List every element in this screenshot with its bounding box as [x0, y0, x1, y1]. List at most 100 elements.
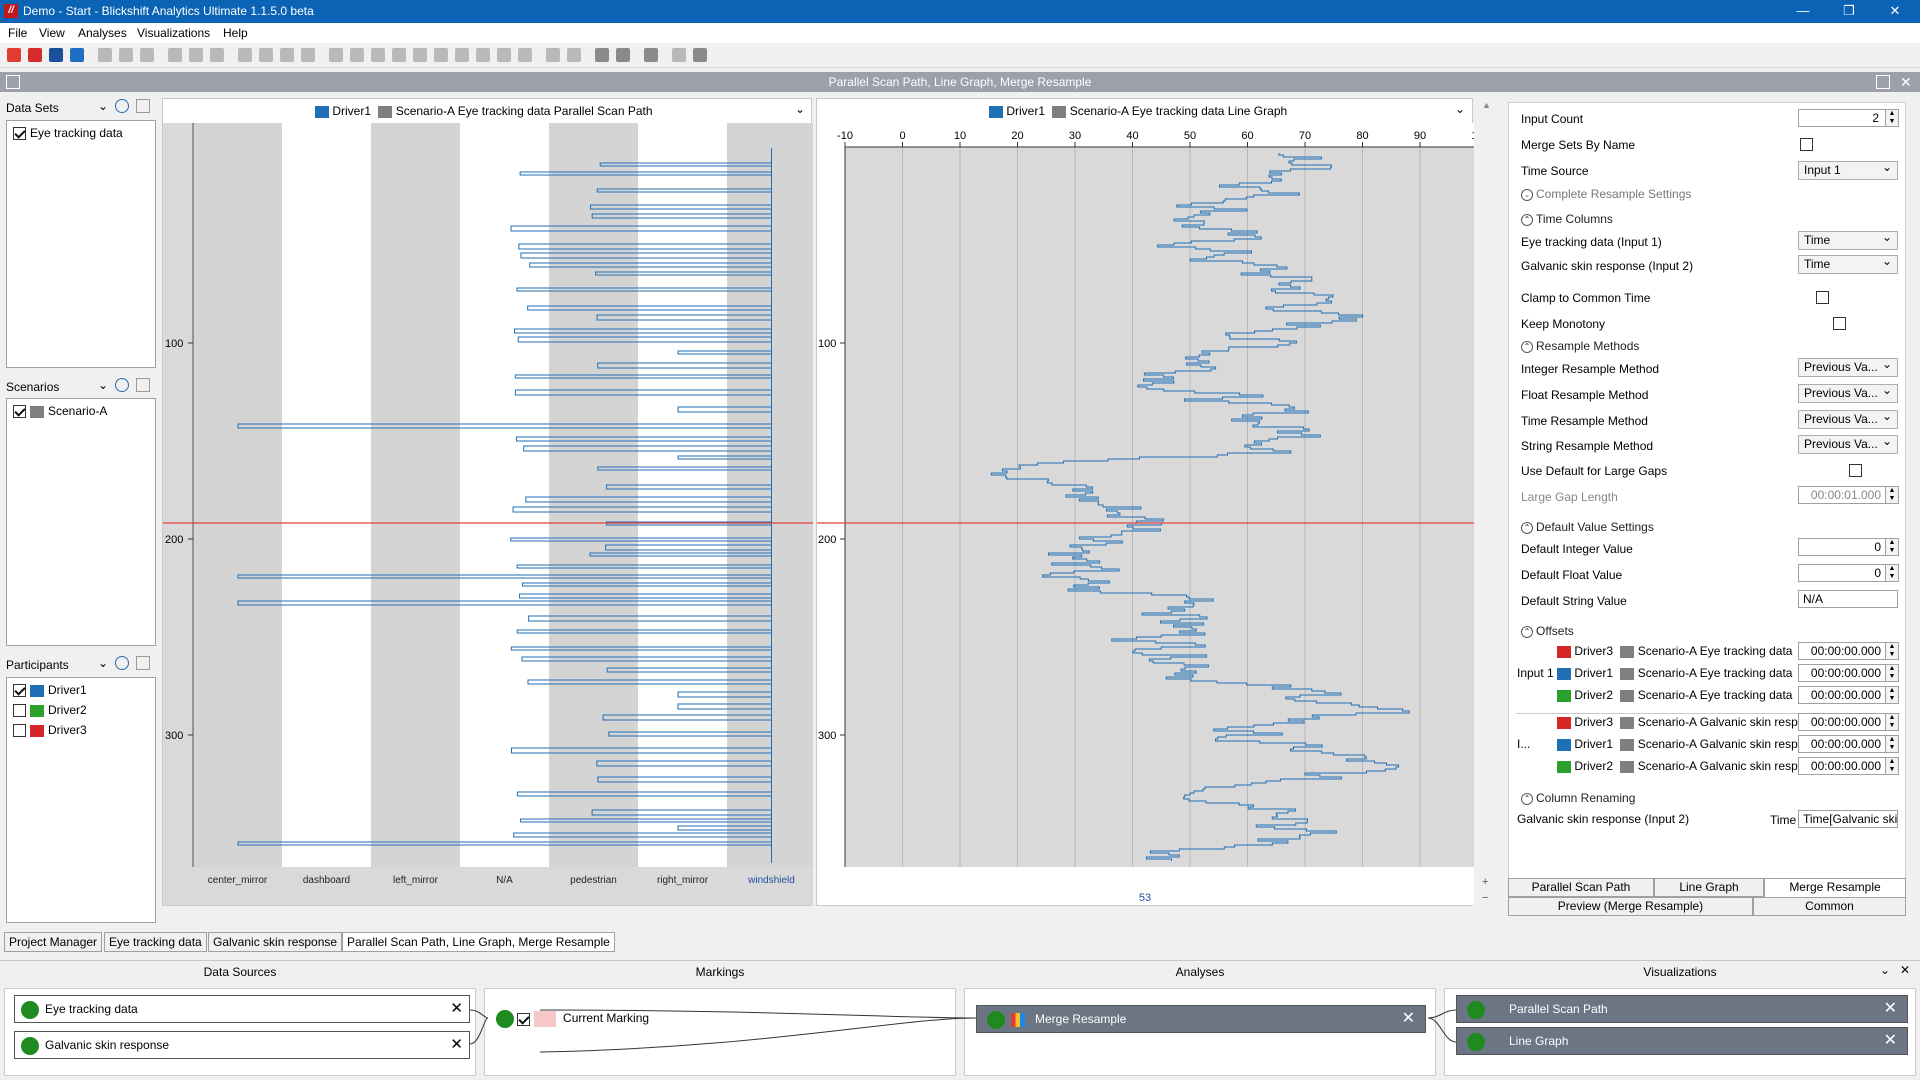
participants-chevron-icon[interactable]: ⌄: [98, 656, 108, 670]
complete-resample-section[interactable]: ⌄ Complete Resample Settings: [1521, 187, 1691, 201]
input-count-field[interactable]: 2: [1798, 109, 1886, 127]
import-icon[interactable]: [49, 48, 63, 62]
panel-menu-icon[interactable]: [6, 75, 20, 89]
pane-chevron-icon[interactable]: ⌄: [1880, 963, 1890, 977]
view-icon-1[interactable]: [595, 48, 609, 62]
expand-icon[interactable]: ⌄: [1521, 188, 1533, 201]
restore-button[interactable]: ❐: [1826, 0, 1872, 23]
scenarios-chevron-icon[interactable]: ⌄: [98, 378, 108, 392]
offset-field[interactable]: 00:00:00.000: [1798, 686, 1886, 704]
tool-icon-13[interactable]: [392, 48, 406, 62]
int-resample-dropdown[interactable]: Previous Va...: [1798, 356, 1898, 377]
scenario-checkbox[interactable]: [13, 405, 26, 419]
tool-icon-14[interactable]: [413, 48, 427, 62]
remove-analysis-icon[interactable]: ✕: [1402, 1008, 1415, 1028]
offset-spinner[interactable]: ▲ ▼: [1885, 642, 1899, 660]
view-icon-2[interactable]: [616, 48, 630, 62]
offset-spinner[interactable]: ▲ ▼: [1885, 664, 1899, 682]
tool-icon-2[interactable]: [119, 48, 133, 62]
default-int-spinner[interactable]: ▲ ▼: [1885, 538, 1899, 556]
large-gaps-checkbox[interactable]: [1849, 464, 1863, 478]
psp-chart[interactable]: center_mirror dashboard left_mirror N/A pede…: [163, 123, 813, 905]
datasets-options-icon[interactable]: [136, 99, 150, 113]
offset-spinner[interactable]: ▲ ▼: [1885, 757, 1899, 775]
list-item[interactable]: Driver2: [13, 701, 91, 719]
tool-icon-7[interactable]: [259, 48, 273, 62]
participants-search-icon[interactable]: [115, 656, 129, 670]
vis-line-graph[interactable]: Line Graph ✕: [1456, 1027, 1908, 1055]
list-item[interactable]: Driver3: [13, 721, 91, 739]
collapse-icon[interactable]: ⌃: [1521, 792, 1533, 805]
gsr-time-dropdown[interactable]: Time: [1798, 253, 1898, 274]
analysis-merge-resample[interactable]: Merge Resample ✕: [976, 1005, 1426, 1033]
remove-source-icon[interactable]: ✕: [450, 999, 463, 1017]
open-project-icon[interactable]: [28, 48, 42, 62]
tool-icon-5[interactable]: [189, 48, 203, 62]
offset-spinner[interactable]: ▲ ▼: [1885, 735, 1899, 753]
data-source-eye-tracking[interactable]: Eye tracking data ✕: [14, 995, 470, 1023]
tool-icon-3[interactable]: [140, 48, 154, 62]
tab-eye-tracking-data[interactable]: Eye tracking data: [104, 932, 207, 952]
input-count-spinner[interactable]: ▲ ▼: [1885, 109, 1899, 127]
scenarios-search-icon[interactable]: [115, 378, 129, 392]
menu-visualizations[interactable]: Visualizations: [137, 26, 210, 40]
psp-dropdown-icon[interactable]: ⌄: [795, 102, 805, 116]
tab-parallel-scan-path[interactable]: Parallel Scan Path: [1508, 878, 1654, 897]
tab-common[interactable]: Common: [1753, 897, 1906, 916]
tab-galvanic-skin-response[interactable]: Galvanic skin response: [208, 932, 343, 952]
grid-icon[interactable]: [567, 48, 581, 62]
tab-line-graph[interactable]: Line Graph: [1654, 878, 1764, 897]
save-icon[interactable]: [70, 48, 84, 62]
tool-icon-18[interactable]: [497, 48, 511, 62]
default-float-spinner[interactable]: ▲ ▼: [1885, 564, 1899, 582]
close-viz-icon[interactable]: ✕: [1900, 72, 1912, 92]
default-string-field[interactable]: N/A: [1798, 590, 1898, 608]
lg-dropdown-icon[interactable]: ⌄: [1455, 102, 1465, 116]
filter-icon[interactable]: [238, 48, 252, 62]
collapse-icon[interactable]: ⌃: [1521, 340, 1533, 353]
tab-preview[interactable]: Preview (Merge Resample): [1508, 897, 1753, 916]
remove-vis-icon[interactable]: ✕: [1884, 1030, 1897, 1050]
merge-sets-checkbox[interactable]: [1800, 138, 1813, 152]
tool-icon-1[interactable]: [98, 48, 112, 62]
rename-field[interactable]: Time[Galvanic skin: [1798, 810, 1898, 828]
default-int-field[interactable]: 0: [1798, 538, 1886, 556]
collapse-icon[interactable]: ⌃: [1521, 625, 1533, 638]
time-columns-section[interactable]: ⌃ Time Columns: [1521, 212, 1613, 226]
string-resample-dropdown[interactable]: Previous Va...: [1798, 433, 1898, 454]
offset-field[interactable]: 00:00:00.000: [1798, 735, 1886, 753]
scroll-up-icon[interactable]: ▲: [1482, 100, 1491, 110]
collapse-icon[interactable]: ⌃: [1521, 521, 1533, 534]
tool-icon-9[interactable]: [301, 48, 315, 62]
time-source-dropdown[interactable]: Input 1: [1798, 159, 1898, 180]
tool-icon-11[interactable]: [350, 48, 364, 62]
tool-icon-20[interactable]: [672, 48, 686, 62]
participants-options-icon[interactable]: [136, 656, 150, 670]
chart-icon[interactable]: [644, 48, 658, 62]
tab-visualization[interactable]: Parallel Scan Path, Line Graph, Merge Re…: [342, 932, 615, 952]
remove-vis-icon[interactable]: ✕: [1884, 998, 1897, 1018]
default-float-field[interactable]: 0: [1798, 564, 1886, 582]
gap-length-field[interactable]: 00:00:01.000: [1798, 486, 1886, 504]
resample-methods-section[interactable]: ⌃ Resample Methods: [1521, 339, 1639, 353]
offset-field[interactable]: 00:00:00.000: [1798, 757, 1886, 775]
default-values-section[interactable]: ⌃ Default Value Settings: [1521, 520, 1654, 534]
pane-close-icon[interactable]: ✕: [1900, 963, 1910, 977]
marking-checkbox[interactable]: [517, 1012, 531, 1026]
menu-view[interactable]: View: [39, 26, 65, 40]
tool-icon-4[interactable]: [168, 48, 182, 62]
remove-source-icon[interactable]: ✕: [450, 1035, 463, 1053]
offsets-section[interactable]: ⌃ Offsets: [1521, 624, 1574, 638]
column-renaming-section[interactable]: ⌃ Column Renaming: [1521, 791, 1635, 805]
new-project-icon[interactable]: [7, 48, 21, 62]
table-icon[interactable]: [546, 48, 560, 62]
dataset-checkbox[interactable]: [13, 127, 26, 141]
datasets-search-icon[interactable]: [115, 99, 129, 113]
tool-icon-6[interactable]: [210, 48, 224, 62]
list-item[interactable]: Driver1: [13, 681, 91, 699]
tool-icon-15[interactable]: [434, 48, 448, 62]
tool-icon-10[interactable]: [329, 48, 343, 62]
marking-current[interactable]: Current Marking: [496, 1010, 649, 1028]
close-button[interactable]: ✕: [1872, 0, 1918, 23]
scenarios-options-icon[interactable]: [136, 378, 150, 392]
